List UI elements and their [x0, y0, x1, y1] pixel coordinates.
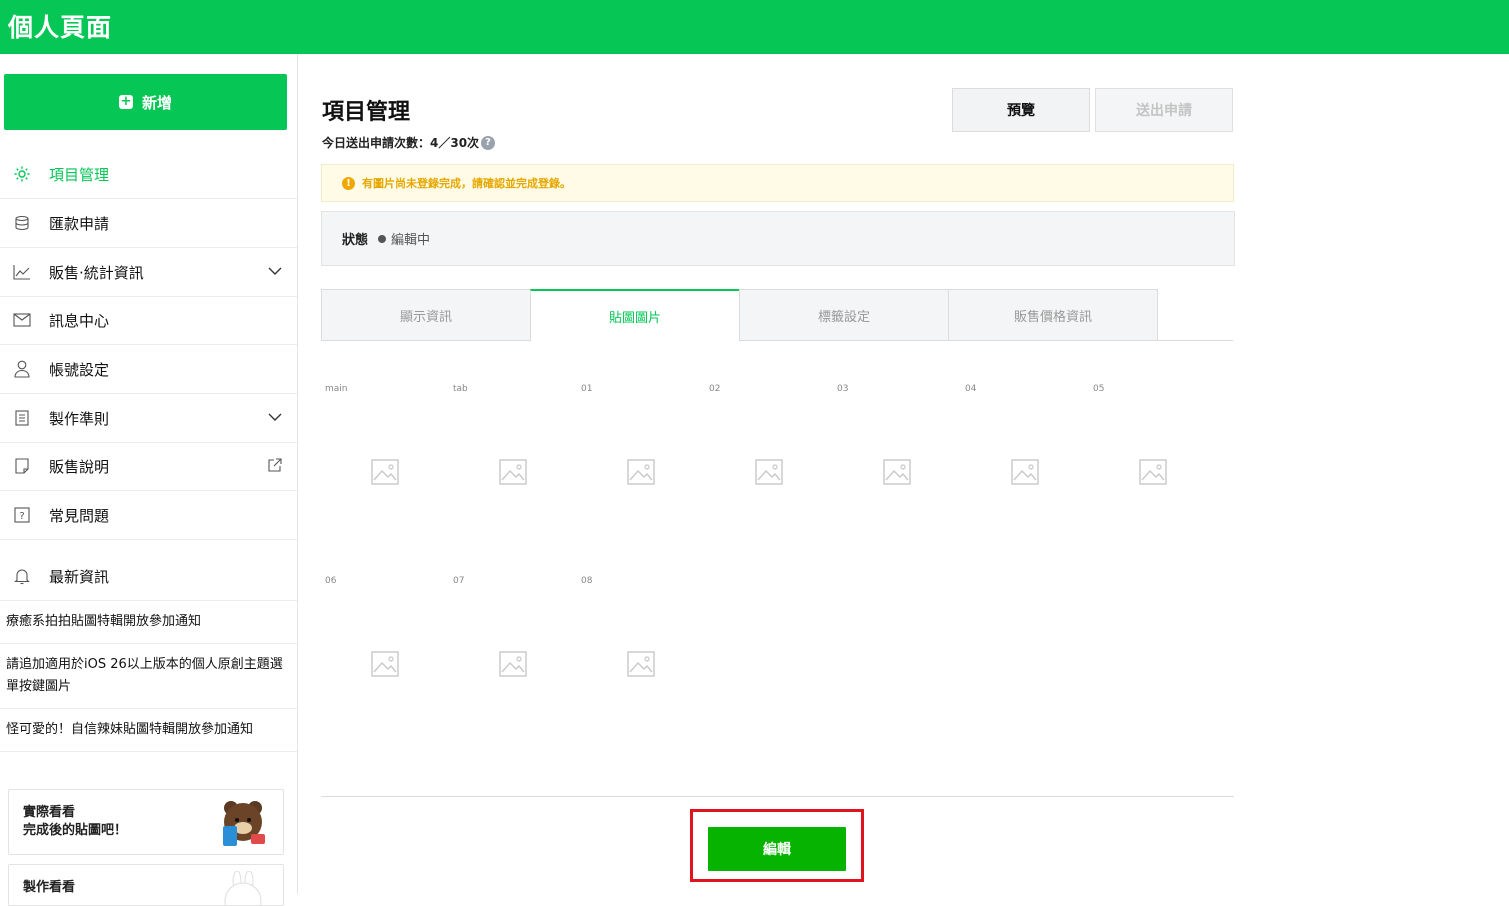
gear-icon [13, 165, 31, 183]
warning-icon: ! [342, 176, 355, 190]
image-placeholder-icon[interactable] [499, 651, 527, 677]
sidebar-item-label: 訊息中心 [49, 311, 110, 330]
sidebar-item-label: 製作準則 [49, 409, 110, 428]
tab-bar: 顯示資訊 貼圖圖片 標籤設定 販售價格資訊 [321, 288, 1233, 342]
sidebar-item-label: 帳號設定 [49, 360, 110, 379]
image-placeholder-icon[interactable] [627, 651, 655, 677]
news-item[interactable]: 療癒系拍拍貼圖特輯開放參加通知 [0, 601, 297, 644]
tab-sales-price[interactable]: 販售價格資訊 [948, 289, 1158, 341]
user-icon [13, 360, 31, 378]
image-label-08: 08 [581, 576, 593, 586]
bell-icon [13, 567, 31, 585]
news-item[interactable]: 請追加適用於iOS 26以上版本的個人原創主題選單按鍵圖片 [0, 644, 297, 709]
sidebar-item-remittance[interactable]: 匯款申請 [0, 199, 297, 248]
sidebar-news-header: 最新資訊 [0, 552, 297, 601]
top-bar: 個人頁面 [0, 0, 1509, 54]
promo-line1: 實際看看 [23, 805, 76, 820]
chevron-down-icon[interactable] [267, 263, 283, 279]
image-placeholder-icon[interactable] [371, 651, 399, 677]
tab-sticker-images[interactable]: 貼圖圖片 [530, 289, 740, 342]
warning-text: 有圖片尚未登錄完成，請確認並完成登錄。 [362, 177, 571, 190]
sidebar-item-guidelines[interactable]: 製作準則 [0, 394, 297, 443]
image-placeholder-icon[interactable] [883, 459, 911, 485]
sidebar-item-project-management[interactable]: 項目管理 [0, 150, 297, 199]
sidebar-item-label: 販售說明 [49, 457, 110, 476]
image-placeholder-icon[interactable] [1011, 459, 1039, 485]
sidebar: + 新增 項目管理 匯款申請 販售‧統計資訊 訊息中心 帳號設定 製作準則 販售… [0, 54, 298, 906]
image-label-03: 03 [837, 384, 849, 394]
note-icon [13, 457, 31, 475]
image-label-tab: tab [453, 384, 468, 394]
submit-button[interactable]: 送出申請 [1095, 88, 1233, 132]
image-placeholder-icon[interactable] [499, 459, 527, 485]
image-placeholder-icon[interactable] [627, 459, 655, 485]
chevron-down-icon[interactable] [267, 409, 283, 425]
edit-button[interactable]: 編輯 [708, 827, 846, 871]
status-label: 狀態 [342, 233, 369, 248]
promo-card-make[interactable]: 製作看看 [8, 864, 284, 906]
news-title: 最新資訊 [49, 567, 110, 586]
sidebar-item-account[interactable]: 帳號設定 [0, 345, 297, 394]
sidebar-item-sales-stats[interactable]: 販售‧統計資訊 [0, 248, 297, 297]
chart-icon [13, 263, 31, 281]
status-dot-icon [378, 234, 387, 243]
sidebar-item-faq[interactable]: ? 常見問題 [0, 491, 297, 540]
document-icon [13, 409, 31, 427]
image-label-main: main [325, 384, 348, 394]
image-label-02: 02 [709, 384, 721, 394]
tab-tag-settings[interactable]: 標籤設定 [739, 289, 949, 341]
external-link-icon[interactable] [267, 457, 283, 473]
divider [321, 796, 1234, 797]
sidebar-item-label: 匯款申請 [49, 214, 110, 233]
add-button-label: 新增 [141, 93, 172, 112]
svg-text:?: ? [19, 511, 24, 522]
quota-text: 今日送出申請次數：4／30次 [322, 136, 480, 150]
news-item-text[interactable]: 怪可愛的！自信辣妹貼圖特輯開放參加通知 [6, 719, 253, 741]
image-placeholder-icon[interactable] [1139, 459, 1167, 485]
question-icon: ? [13, 506, 31, 524]
news-item-text[interactable]: 請追加適用於iOS 26以上版本的個人原創主題選單按鍵圖片 [6, 654, 291, 698]
sidebar-item-messages[interactable]: 訊息中心 [0, 296, 297, 345]
warning-banner: ! 有圖片尚未登錄完成，請確認並完成登錄。 [321, 164, 1234, 202]
sidebar-item-label: 項目管理 [49, 165, 110, 184]
promo-line1: 製作看看 [23, 880, 76, 895]
image-label-07: 07 [453, 576, 465, 586]
submission-quota: 今日送出申請次數：4／30次 ? [322, 134, 496, 151]
rabbit-character-illustration [224, 871, 262, 905]
bear-character-illustration [223, 801, 265, 846]
promo-line2: 完成後的貼圖吧！ [23, 823, 128, 838]
page-header-title: 個人頁面 [8, 13, 113, 42]
sidebar-item-label: 販售‧統計資訊 [49, 263, 144, 282]
news-item[interactable]: 怪可愛的！自信辣妹貼圖特輯開放參加通知 [0, 709, 297, 752]
image-label-04: 04 [965, 384, 977, 394]
status-value: 編輯中 [391, 233, 431, 248]
status-panel: 狀態 編輯中 [321, 211, 1235, 266]
tab-display-info[interactable]: 顯示資訊 [321, 289, 531, 341]
preview-button[interactable]: 預覽 [952, 88, 1090, 132]
image-placeholder-icon[interactable] [755, 459, 783, 485]
news-item-text[interactable]: 療癒系拍拍貼圖特輯開放參加通知 [6, 611, 201, 633]
sidebar-item-label: 常見問題 [49, 506, 110, 525]
page-title: 項目管理 [322, 100, 411, 125]
database-icon [13, 214, 31, 232]
help-icon[interactable]: ? [481, 135, 496, 150]
image-placeholder-icon[interactable] [371, 459, 399, 485]
promo-card-preview[interactable]: 實際看看 完成後的貼圖吧！ [8, 789, 284, 855]
add-button[interactable]: + 新增 [4, 74, 287, 130]
image-label-01: 01 [581, 384, 593, 394]
plus-icon: + [118, 94, 133, 109]
sidebar-item-sales-guide[interactable]: 販售說明 [0, 442, 297, 491]
image-label-06: 06 [325, 576, 337, 586]
image-label-05: 05 [1093, 384, 1105, 394]
mail-icon [13, 311, 31, 329]
